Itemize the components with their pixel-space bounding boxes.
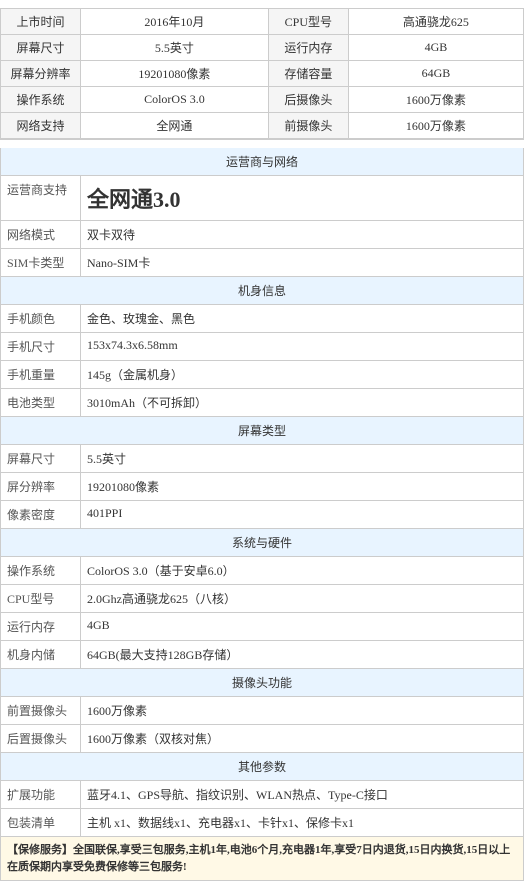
basic-param-value: 1600万像素 (348, 113, 523, 139)
detail-value: 19201080像素 (81, 473, 523, 500)
basic-param-value: 2016年10月 (81, 9, 269, 35)
detail-row: SIM卡类型Nano-SIM卡 (0, 249, 524, 277)
detail-row: 操作系统ColorOS 3.0（基于安卓6.0） (0, 557, 524, 585)
basic-param-value: 1600万像素 (348, 87, 523, 113)
detail-title (0, 139, 524, 148)
detail-row: 手机重量145g（金属机身） (0, 361, 524, 389)
detail-row: 网络模式双卡双待 (0, 221, 524, 249)
basic-param-label: 存储容量 (268, 61, 348, 87)
detail-value: 401PPI (81, 501, 523, 528)
section-main-row: 运营商支持全网通3.0 (0, 176, 524, 221)
section-header-5: 其他参数 (0, 753, 524, 781)
basic-param-label: 运行内存 (268, 35, 348, 61)
basic-param-label: 前摄像头 (268, 113, 348, 139)
detail-label: SIM卡类型 (1, 249, 81, 276)
detail-value: 64GB(最大支持128GB存储） (81, 641, 523, 668)
detail-label: 电池类型 (1, 389, 81, 416)
detail-row: 包装清单主机 x1、数据线x1、充电器x1、卡针x1、保修卡x1 (0, 809, 524, 837)
section-header-3: 系统与硬件 (0, 529, 524, 557)
basic-params-table: 上市时间2016年10月CPU型号高通骁龙625 屏幕尺寸5.5英寸运行内存4GB… (0, 8, 524, 139)
detail-label: CPU型号 (1, 585, 81, 612)
detail-value: 1600万像素 (81, 697, 523, 724)
basic-param-label: 网络支持 (1, 113, 81, 139)
basic-param-value: 19201080像素 (81, 61, 269, 87)
detail-label: 网络模式 (1, 221, 81, 248)
basic-param-value: 高通骁龙625 (348, 9, 523, 35)
section-main-label: 运营商支持 (1, 176, 81, 220)
detail-label: 屏幕尺寸 (1, 445, 81, 472)
detail-row: 电池类型3010mAh（不可拆卸） (0, 389, 524, 417)
detail-label: 扩展功能 (1, 781, 81, 808)
detail-label: 像素密度 (1, 501, 81, 528)
detail-value: ColorOS 3.0（基于安卓6.0） (81, 557, 523, 584)
section-header-1: 机身信息 (0, 277, 524, 305)
section-main-value: 全网通3.0 (81, 176, 187, 220)
basic-param-value: 全网通 (81, 113, 269, 139)
detail-value: 145g（金属机身） (81, 361, 523, 388)
detail-row: CPU型号2.0Ghz高通骁龙625（八核） (0, 585, 524, 613)
basic-param-value: 5.5英寸 (81, 35, 269, 61)
detail-row: 屏幕尺寸5.5英寸 (0, 445, 524, 473)
basic-param-value: 64GB (348, 61, 523, 87)
basic-param-label: 操作系统 (1, 87, 81, 113)
detail-label: 手机重量 (1, 361, 81, 388)
detail-value: 3010mAh（不可拆卸） (81, 389, 523, 416)
detail-value: 1600万像素（双核对焦） (81, 725, 523, 752)
detail-sections: 运营商与网络运营商支持全网通3.0网络模式双卡双待SIM卡类型Nano-SIM卡… (0, 148, 524, 837)
detail-row: 扩展功能蓝牙4.1、GPS导航、指纹识别、WLAN热点、Type-C接口 (0, 781, 524, 809)
section-header-4: 摄像头功能 (0, 669, 524, 697)
detail-label: 手机颜色 (1, 305, 81, 332)
detail-row: 像素密度401PPI (0, 501, 524, 529)
basic-param-label: 后摄像头 (268, 87, 348, 113)
detail-label: 手机尺寸 (1, 333, 81, 360)
detail-label: 操作系统 (1, 557, 81, 584)
detail-value: 金色、玫瑰金、黑色 (81, 305, 523, 332)
detail-value: Nano-SIM卡 (81, 249, 523, 276)
detail-label: 后置摄像头 (1, 725, 81, 752)
detail-label: 屏分辨率 (1, 473, 81, 500)
detail-value: 蓝牙4.1、GPS导航、指纹识别、WLAN热点、Type-C接口 (81, 781, 523, 808)
detail-value: 153x74.3x6.58mm (81, 333, 523, 360)
detail-label: 包装清单 (1, 809, 81, 836)
detail-row: 机身内储64GB(最大支持128GB存储） (0, 641, 524, 669)
warranty-text: 【保修服务】全国联保,享受三包服务,主机1年,电池6个月,充电器1年,享受7日内… (7, 844, 510, 873)
detail-value: 5.5英寸 (81, 445, 523, 472)
basic-param-value: 4GB (348, 35, 523, 61)
basic-params-header (0, 0, 524, 8)
detail-value: 4GB (81, 613, 523, 640)
detail-value: 双卡双待 (81, 221, 523, 248)
detail-value: 2.0Ghz高通骁龙625（八核） (81, 585, 523, 612)
detail-row: 手机颜色金色、玫瑰金、黑色 (0, 305, 524, 333)
detail-row: 运行内存4GB (0, 613, 524, 641)
basic-param-label: CPU型号 (268, 9, 348, 35)
detail-value: 主机 x1、数据线x1、充电器x1、卡针x1、保修卡x1 (81, 809, 523, 836)
detail-label: 运行内存 (1, 613, 81, 640)
detail-label: 机身内储 (1, 641, 81, 668)
detail-row: 前置摄像头1600万像素 (0, 697, 524, 725)
detail-label: 前置摄像头 (1, 697, 81, 724)
basic-param-label: 屏幕分辨率 (1, 61, 81, 87)
warranty-bar: 【保修服务】全国联保,享受三包服务,主机1年,电池6个月,充电器1年,享受7日内… (0, 837, 524, 881)
section-header-2: 屏幕类型 (0, 417, 524, 445)
detail-row: 屏分辨率19201080像素 (0, 473, 524, 501)
detail-row: 后置摄像头1600万像素（双核对焦） (0, 725, 524, 753)
basic-param-label: 屏幕尺寸 (1, 35, 81, 61)
section-header-0: 运营商与网络 (0, 148, 524, 176)
basic-param-label: 上市时间 (1, 9, 81, 35)
detail-row: 手机尺寸153x74.3x6.58mm (0, 333, 524, 361)
basic-param-value: ColorOS 3.0 (81, 87, 269, 113)
